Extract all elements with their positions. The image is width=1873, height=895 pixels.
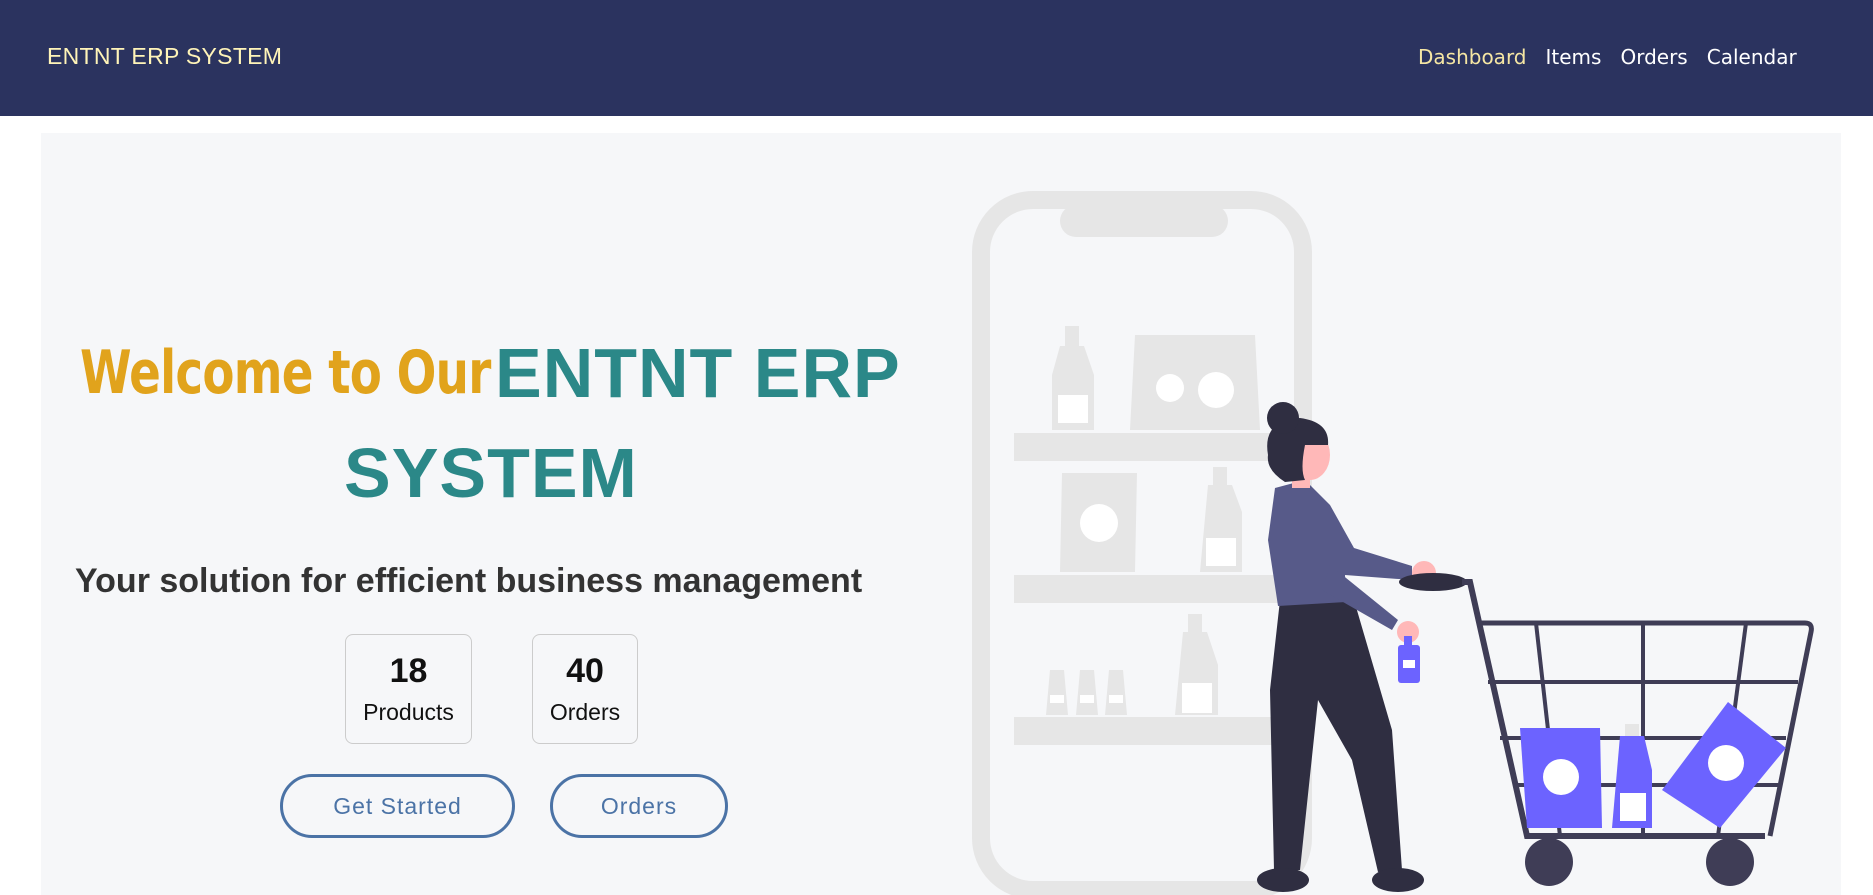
shopping-illustration	[972, 191, 1814, 895]
shopping-cart-icon	[1399, 573, 1814, 886]
phone-icon	[972, 191, 1312, 895]
woman-figure	[1257, 402, 1436, 892]
